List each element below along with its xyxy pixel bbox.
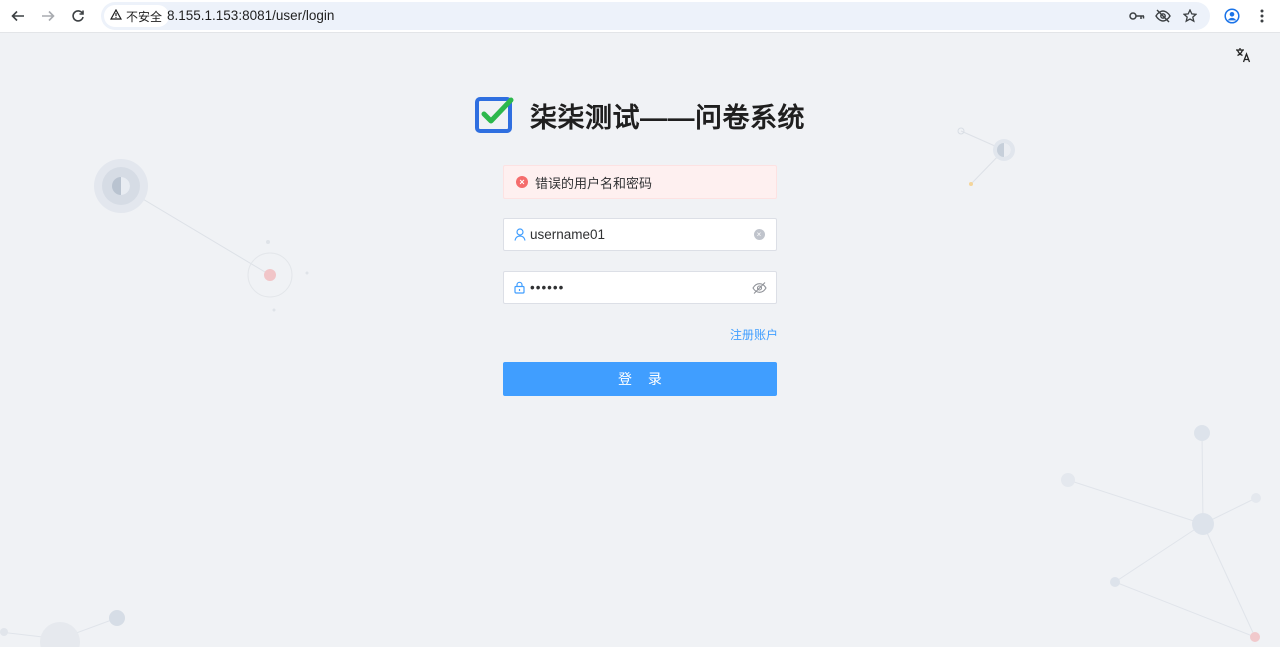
more-vertical-icon[interactable] [1250,4,1274,28]
eye-off-icon[interactable] [1152,6,1174,26]
lock-icon [513,281,526,294]
eye-off-icon[interactable] [751,281,767,294]
reload-icon[interactable] [65,4,91,28]
security-chip[interactable]: 不安全 [104,5,170,27]
star-icon[interactable] [1179,6,1201,26]
password-input[interactable]: •••••• [530,280,751,295]
checkbox-logo-icon [475,97,514,133]
translate-icon[interactable] [1233,47,1253,65]
username-input[interactable]: username01 [530,227,751,242]
clear-input-icon[interactable]: × [751,229,767,240]
back-arrow-icon[interactable] [5,4,31,28]
forward-arrow-icon[interactable] [35,4,61,28]
url-text[interactable]: 8.155.1.153:8081/user/login [167,8,334,23]
login-button[interactable]: 登 录 [503,362,777,396]
register-link[interactable]: 注册账户 [730,326,778,343]
user-icon [513,228,526,241]
error-alert: × 错误的用户名和密码 [503,165,777,199]
app-header: 柒柒测试——问卷系统 [475,95,805,135]
password-field[interactable]: •••••• [503,271,777,304]
error-message: 错误的用户名和密码 [535,175,653,191]
browser-toolbar: 不安全 8.155.1.153:8081/user/login [0,0,1280,33]
warning-triangle-icon [109,8,123,23]
address-bar[interactable]: 不安全 8.155.1.153:8081/user/login [101,2,1210,30]
page-title: 柒柒测试——问卷系统 [530,102,805,133]
security-label: 不安全 [126,9,163,24]
profile-icon[interactable] [1220,4,1244,28]
username-field[interactable]: username01 × [503,218,777,251]
key-icon[interactable] [1126,6,1148,26]
login-page: 柒柒测试——问卷系统 × 错误的用户名和密码 username01 × ••••… [0,34,1280,647]
error-circle-icon: × [516,176,528,188]
